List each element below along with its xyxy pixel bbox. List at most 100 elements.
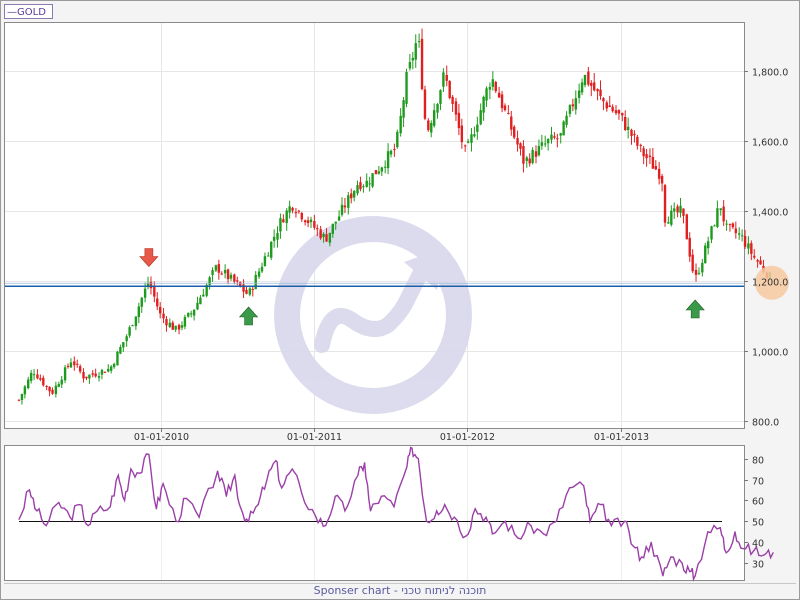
candle-body: [457, 112, 461, 129]
rsi-point: [257, 504, 259, 506]
candle-body: [328, 232, 332, 243]
candle-body: [482, 96, 485, 113]
rsi-point: [300, 491, 302, 493]
candle-body: [359, 182, 362, 190]
candle-body: [220, 273, 223, 275]
candle-body: [54, 385, 58, 395]
candle-body: [402, 100, 405, 118]
rsi-point: [670, 556, 672, 558]
candle-body: [260, 266, 264, 272]
candle-body: [211, 270, 214, 276]
candle-body: [531, 149, 534, 163]
chart-canvas: 800.0 1,000.0 1,200.0 1,400.0 1,600.0 1,800.0…: [0, 0, 800, 600]
candle-body: [740, 235, 744, 237]
candle-body: [636, 136, 639, 146]
candle-body: [747, 243, 750, 249]
candle-body: [657, 168, 661, 179]
rsi-point: [485, 516, 487, 518]
candle-body: [196, 302, 199, 310]
rsi-point: [291, 468, 293, 470]
candle-body: [590, 82, 593, 86]
candle-body: [251, 289, 254, 291]
candle-body: [448, 80, 451, 99]
candle-body: [574, 98, 577, 110]
rsi-point: [45, 524, 47, 527]
rsi-point: [426, 520, 428, 522]
candle-body: [156, 298, 159, 307]
rsi-tick-label: 50: [752, 518, 764, 529]
candle-body: [667, 222, 670, 224]
candle-body: [750, 243, 753, 254]
rsi-point: [491, 533, 494, 535]
legend-label: —GOLD: [7, 7, 46, 18]
candle-body: [617, 110, 621, 114]
candle-body: [405, 72, 408, 104]
rsi-point: [417, 457, 419, 460]
rsi-point: [185, 497, 187, 499]
rsi-point: [707, 531, 709, 533]
candle-body: [365, 180, 368, 187]
candle-body: [676, 206, 679, 213]
candle-body: [36, 374, 39, 379]
candle-body: [285, 210, 288, 224]
rsi-point: [155, 508, 158, 510]
rsi-tick-label: 60: [752, 497, 764, 508]
candle-body: [352, 190, 356, 198]
candle-body: [673, 208, 676, 212]
rsi-point: [234, 474, 236, 476]
rsi-point: [772, 552, 774, 554]
rsi-point: [240, 508, 242, 510]
candle-body: [32, 374, 36, 376]
price-tick-label: 1,400.0: [752, 208, 788, 219]
candle-body: [479, 110, 482, 125]
rsi-point: [18, 518, 20, 520]
candle-body: [411, 57, 415, 61]
rsi-point: [28, 489, 31, 491]
candle-body: [562, 121, 565, 136]
candle-body: [76, 363, 79, 365]
candle-body: [85, 376, 88, 379]
candle-body: [516, 138, 519, 145]
candle-body: [174, 325, 177, 330]
candle-body: [439, 90, 442, 104]
candle-body: [217, 264, 221, 273]
candle-body: [663, 185, 667, 223]
candle-body: [60, 379, 63, 385]
candle-body: [380, 167, 384, 172]
candle-body: [648, 155, 652, 158]
candle-body: [107, 368, 110, 372]
candle-body: [651, 156, 655, 169]
candle-body: [583, 75, 587, 86]
rsi-point: [623, 520, 625, 522]
price-tick-label: 1,600.0: [752, 138, 788, 149]
rsi-point: [369, 510, 372, 512]
candle-body: [522, 146, 525, 164]
candle-body: [63, 367, 67, 381]
candle-body: [442, 72, 445, 87]
rsi-point: [689, 571, 691, 573]
rsi-point: [465, 535, 467, 537]
candle-body: [248, 288, 252, 295]
candle-body: [621, 112, 624, 116]
candle-body: [42, 377, 45, 386]
candle-body: [679, 205, 682, 213]
rsi-point: [640, 556, 643, 558]
candle-body: [596, 89, 599, 92]
candle-body: [389, 150, 393, 155]
candle-body: [743, 235, 747, 247]
candle-body: [162, 313, 165, 319]
candle-body: [257, 271, 261, 277]
candle-body: [556, 138, 559, 140]
candle-body: [356, 185, 359, 194]
candle-body: [756, 260, 759, 262]
candle-body: [214, 265, 218, 271]
date-tick-label: 01-01-2012: [440, 432, 495, 443]
candle-body: [722, 206, 725, 222]
candle-body: [153, 285, 156, 297]
candle-body: [599, 89, 602, 97]
candle-body: [685, 214, 689, 240]
candle-body: [759, 260, 762, 265]
candle-body: [263, 256, 267, 266]
candle-body: [544, 143, 547, 145]
candle-body: [202, 294, 205, 297]
